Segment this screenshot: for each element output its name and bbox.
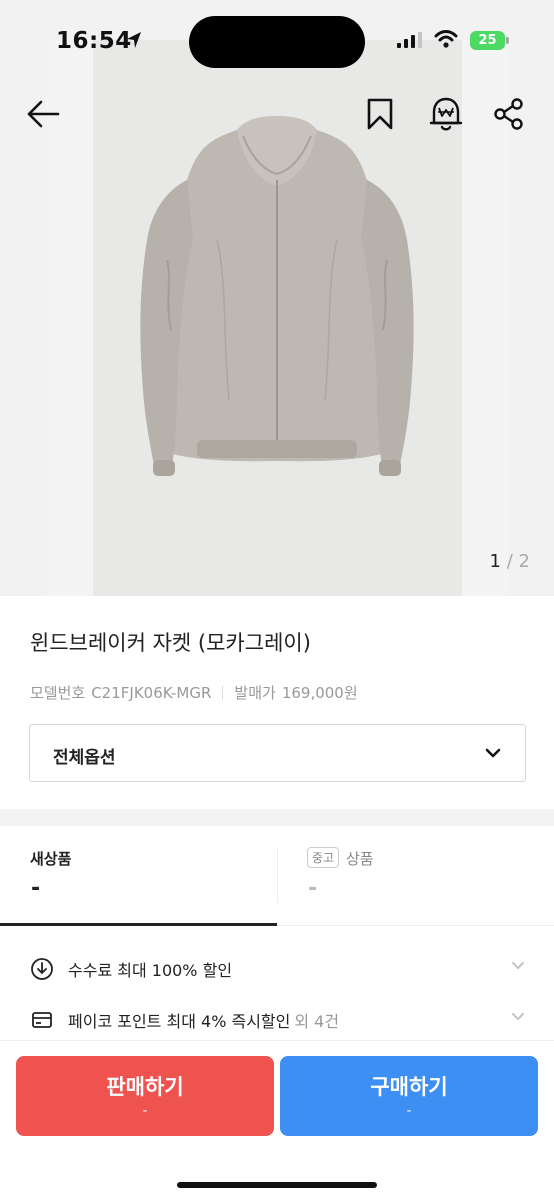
bookmark-icon [367,98,393,130]
product-image-gallery[interactable]: 16:54 25 1 / 2 [0,0,554,596]
model-number: C21FJK06K-MGR [91,684,212,702]
buy-button-price: - [406,1103,412,1119]
buy-button-label: 구매하기 [370,1075,448,1099]
share-icon [494,98,523,130]
section-spacer [0,809,554,826]
price-alert-bell-icon [429,97,463,131]
sell-button[interactable]: 판매하기 - [16,1056,274,1136]
cellular-signal-icon [397,32,422,48]
model-number-label: 모델번호 [30,684,86,702]
wifi-icon [434,30,458,48]
status-time: 16:54 [56,28,132,54]
tab-new-label: 새상품 [30,850,72,868]
meta-divider [222,686,224,700]
benefit-2-extra: 외 4건 [294,1012,340,1031]
pager-current: 1 [489,551,501,572]
tab-new-product[interactable]: 새상품 - [0,826,277,926]
home-indicator[interactable] [177,1182,377,1188]
benefit-fee-discount[interactable]: 수수료 최대 100% 할인 [0,948,554,988]
pager-separator: / [506,551,513,572]
benefit-1-text: 수수료 최대 100% 할인 [68,961,233,980]
back-button[interactable] [25,96,61,132]
arrow-left-icon [27,100,60,128]
product-meta: 모델번호 C21FJK06K-MGR 발매가 169,000원 [30,682,358,703]
chevron-down-icon [485,748,501,758]
used-badge: 중고 [307,847,340,868]
image-pager: 1 / 2 [490,551,530,572]
buy-button[interactable]: 구매하기 - [280,1056,538,1136]
benefit-payco-text: 페이코 포인트 최대 4% 즉시할인 외 4건 [68,1008,339,1032]
release-price: 169,000원 [281,684,358,702]
chevron-down-icon [512,1013,524,1020]
sell-button-label: 판매하기 [106,1075,184,1099]
bookmark-button[interactable] [362,96,398,132]
share-button[interactable] [492,97,526,131]
option-select[interactable]: 전체옵션 [29,724,526,782]
product-title: 윈드브레이커 자켓 (모카그레이) [30,631,311,655]
sell-button-price: - [142,1103,148,1119]
benefit-fee-discount-text: 수수료 최대 100% 할인 [68,957,236,981]
tab-used-label: 상품 [346,850,374,868]
option-select-value: 전체옵션 [53,748,116,768]
battery-level: 25 [470,31,505,50]
discount-coin-icon [31,958,53,980]
price-alert-button[interactable] [428,95,464,133]
benefit-2-text: 페이코 포인트 최대 4% 즉시할인 [68,1012,291,1031]
tab-new-price: - [31,876,41,901]
dynamic-island [189,16,365,68]
pager-total: 2 [518,551,530,572]
card-icon [32,1012,52,1028]
tab-used-product[interactable]: 중고 상품 - [277,826,554,926]
release-price-label: 발매가 [234,684,276,702]
benefit-payco-points[interactable]: 페이코 포인트 최대 4% 즉시할인 외 4건 [0,999,554,1039]
location-arrow-icon [127,32,141,48]
tab-used-price: - [308,876,318,901]
status-bar: 16:54 25 [0,0,554,84]
chevron-down-icon [512,962,524,969]
battery-tip [506,37,509,44]
